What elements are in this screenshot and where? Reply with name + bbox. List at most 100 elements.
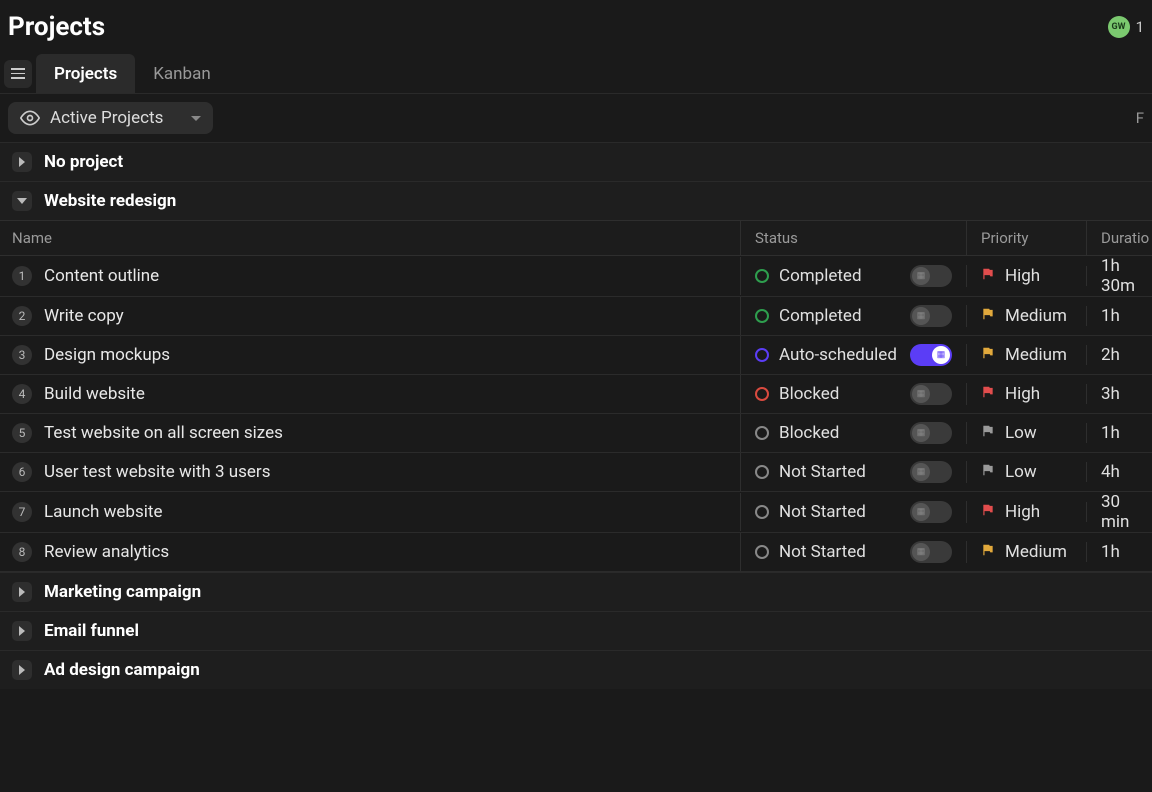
tab-kanban[interactable]: Kanban — [135, 54, 228, 93]
task-name-cell[interactable]: 8 Review analytics — [0, 533, 741, 571]
task-row[interactable]: 5 Test website on all screen sizes Block… — [0, 414, 1152, 453]
task-name-cell[interactable]: 6 User test website with 3 users — [0, 453, 741, 491]
col-header-name[interactable]: Name — [0, 221, 741, 255]
status-ring-icon — [755, 348, 769, 362]
status-cell[interactable]: Completed ▦ — [741, 265, 967, 287]
auto-schedule-toggle[interactable]: ▦ — [910, 383, 952, 405]
group-header[interactable]: No project — [0, 142, 1152, 181]
calendar-icon: ▦ — [917, 389, 926, 399]
status-text: Auto-scheduled — [779, 345, 900, 365]
status-cell[interactable]: Auto-scheduled ▦ — [741, 344, 967, 366]
task-row[interactable]: 2 Write copy Completed ▦ Medium 1 — [0, 297, 1152, 336]
tab-projects[interactable]: Projects — [36, 54, 135, 93]
status-cell[interactable]: Not Started ▦ — [741, 501, 967, 523]
col-header-priority[interactable]: Priority — [967, 221, 1087, 255]
auto-schedule-toggle[interactable]: ▦ — [910, 422, 952, 444]
group-header[interactable]: Website redesign — [0, 181, 1152, 220]
task-name-cell[interactable]: 7 Launch website — [0, 493, 741, 531]
auto-schedule-toggle[interactable]: ▦ — [910, 501, 952, 523]
group-header[interactable]: Marketing campaign — [0, 572, 1152, 611]
duration-cell[interactable]: 30 min — [1087, 492, 1152, 532]
filter-bar: Active Projects F — [0, 94, 1152, 142]
view-selector[interactable]: Active Projects — [8, 102, 213, 134]
tabs: ProjectsKanban — [36, 54, 229, 93]
priority-text: Medium — [1005, 542, 1067, 562]
task-name: Build website — [44, 384, 145, 404]
duration-cell[interactable]: 1h — [1087, 306, 1152, 326]
task-row[interactable]: 7 Launch website Not Started ▦ High — [0, 492, 1152, 533]
task-name: Test website on all screen sizes — [44, 423, 283, 443]
auto-schedule-toggle[interactable]: ▦ — [910, 461, 952, 483]
toggle-knob: ▦ — [912, 307, 930, 325]
calendar-icon: ▦ — [937, 350, 946, 360]
status-text: Not Started — [779, 502, 900, 522]
task-name: Content outline — [44, 266, 159, 286]
task-name-cell[interactable]: 4 Build website — [0, 375, 741, 413]
auto-schedule-toggle[interactable]: ▦ — [910, 541, 952, 563]
task-row[interactable]: 1 Content outline Completed ▦ High — [0, 256, 1152, 297]
duration-cell[interactable]: 1h 30m — [1087, 256, 1152, 296]
calendar-icon: ▦ — [917, 311, 926, 321]
task-name-cell[interactable]: 5 Test website on all screen sizes — [0, 414, 741, 452]
priority-cell[interactable]: Low — [967, 462, 1087, 482]
priority-cell[interactable]: High — [967, 384, 1087, 404]
group-header[interactable]: Email funnel — [0, 611, 1152, 650]
status-text: Blocked — [779, 423, 900, 443]
task-name-cell[interactable]: 2 Write copy — [0, 297, 741, 335]
status-text: Completed — [779, 266, 900, 286]
task-name: Design mockups — [44, 345, 170, 365]
view-label: Active Projects — [50, 108, 163, 128]
task-number-badge: 3 — [12, 345, 32, 365]
priority-cell[interactable]: Medium — [967, 345, 1087, 365]
status-text: Completed — [779, 306, 900, 326]
task-name-cell[interactable]: 3 Design mockups — [0, 336, 741, 374]
flag-icon — [981, 502, 995, 522]
auto-schedule-toggle[interactable]: ▦ — [910, 265, 952, 287]
task-name: Write copy — [44, 306, 124, 326]
status-cell[interactable]: Blocked ▦ — [741, 383, 967, 405]
priority-cell[interactable]: High — [967, 266, 1087, 286]
priority-cell[interactable]: Medium — [967, 542, 1087, 562]
auto-schedule-toggle[interactable]: ▦ — [910, 344, 952, 366]
group-header[interactable]: Ad design campaign — [0, 650, 1152, 689]
status-text: Not Started — [779, 462, 900, 482]
chevron-right-icon — [12, 621, 32, 641]
avatar[interactable]: GW — [1108, 16, 1130, 38]
task-row[interactable]: 6 User test website with 3 users Not Sta… — [0, 453, 1152, 492]
chevron-down-icon — [191, 116, 201, 121]
priority-cell[interactable]: Medium — [967, 306, 1087, 326]
duration-cell[interactable]: 3h — [1087, 384, 1152, 404]
task-row[interactable]: 4 Build website Blocked ▦ High 3h — [0, 375, 1152, 414]
task-name-cell[interactable]: 1 Content outline — [0, 257, 741, 295]
duration-cell[interactable]: 1h — [1087, 542, 1152, 562]
status-cell[interactable]: Completed ▦ — [741, 305, 967, 327]
menu-button[interactable] — [4, 60, 32, 88]
status-cell[interactable]: Not Started ▦ — [741, 461, 967, 483]
filter-right-fragment: F — [1136, 109, 1144, 127]
task-number-badge: 7 — [12, 502, 32, 522]
duration-cell[interactable]: 2h — [1087, 345, 1152, 365]
flag-icon — [981, 462, 995, 482]
group-title: Website redesign — [44, 191, 176, 211]
status-cell[interactable]: Not Started ▦ — [741, 541, 967, 563]
task-row[interactable]: 3 Design mockups Auto-scheduled ▦ Medium — [0, 336, 1152, 375]
chevron-right-icon — [12, 582, 32, 602]
priority-cell[interactable]: High — [967, 502, 1087, 522]
group-title: Email funnel — [44, 621, 139, 641]
duration-cell[interactable]: 1h — [1087, 423, 1152, 443]
calendar-icon: ▦ — [917, 428, 926, 438]
priority-cell[interactable]: Low — [967, 423, 1087, 443]
priority-text: High — [1005, 266, 1040, 286]
status-ring-icon — [755, 545, 769, 559]
duration-cell[interactable]: 4h — [1087, 462, 1152, 482]
col-header-duration[interactable]: Duratio — [1087, 221, 1152, 255]
col-header-status[interactable]: Status — [741, 221, 967, 255]
status-cell[interactable]: Blocked ▦ — [741, 422, 967, 444]
hamburger-icon — [11, 68, 25, 79]
flag-icon — [981, 423, 995, 443]
task-row[interactable]: 8 Review analytics Not Started ▦ Medium — [0, 533, 1152, 572]
workspace-count: 1 — [1136, 18, 1144, 36]
status-ring-icon — [755, 426, 769, 440]
auto-schedule-toggle[interactable]: ▦ — [910, 305, 952, 327]
priority-text: Low — [1005, 423, 1037, 443]
